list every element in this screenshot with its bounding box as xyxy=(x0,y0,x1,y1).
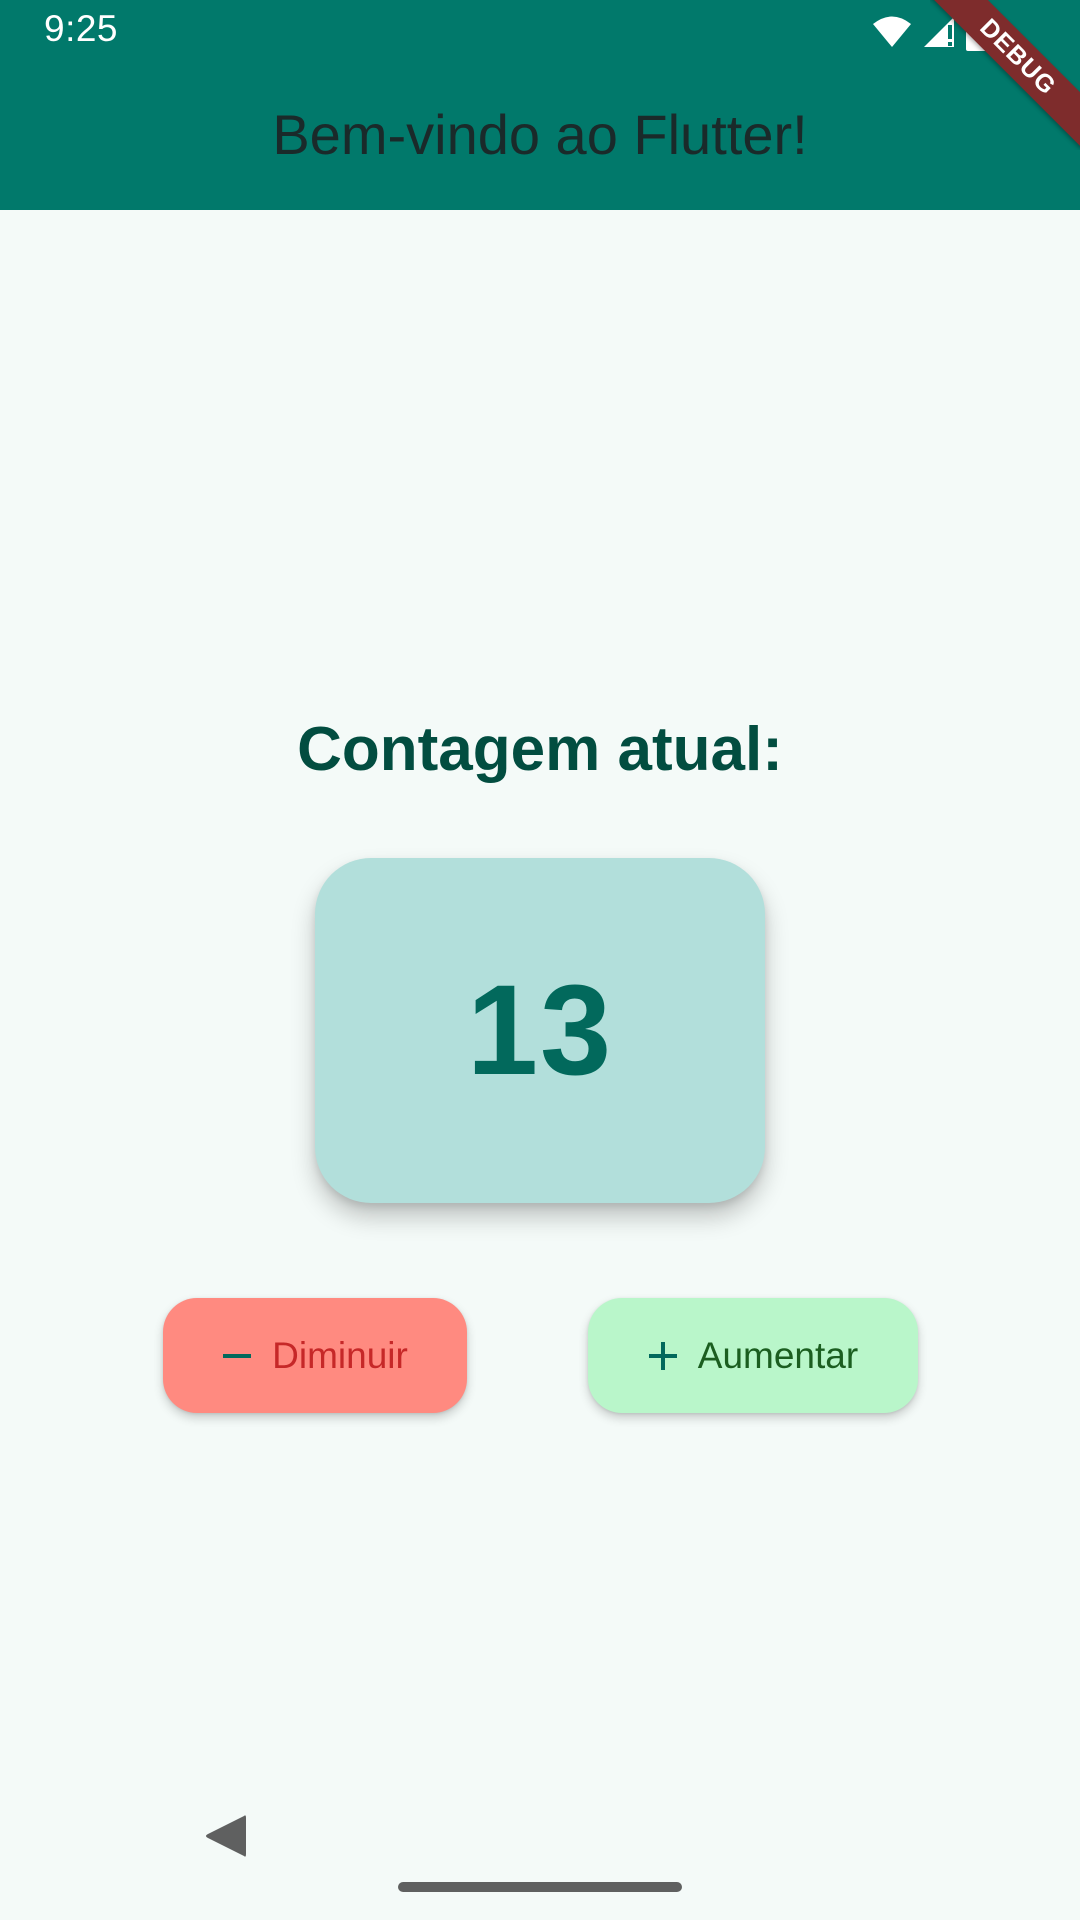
decrease-button[interactable]: Diminuir xyxy=(163,1298,467,1413)
battery-icon xyxy=(966,13,988,51)
wifi-icon xyxy=(872,15,912,49)
decrease-button-label: Diminuir xyxy=(272,1334,408,1376)
status-time: 9:25 xyxy=(44,8,119,49)
plus-icon xyxy=(648,1341,678,1371)
home-handle[interactable] xyxy=(398,1882,682,1892)
app-bar-title: Bem-vindo ao Flutter! xyxy=(272,103,808,166)
app-bar: 9:25 Bem-vindo ao Flutter! xyxy=(0,0,1080,210)
increase-button-label: Aumentar xyxy=(697,1334,859,1376)
counter-heading: Contagem atual: xyxy=(297,715,783,784)
counter-card: 13 xyxy=(315,858,765,1203)
increase-button[interactable]: Aumentar xyxy=(588,1298,918,1413)
signal-icon xyxy=(922,15,956,49)
counter-value: 13 xyxy=(466,959,614,1102)
status-icons xyxy=(872,12,988,52)
minus-icon xyxy=(222,1341,252,1371)
back-icon[interactable] xyxy=(204,1812,248,1865)
